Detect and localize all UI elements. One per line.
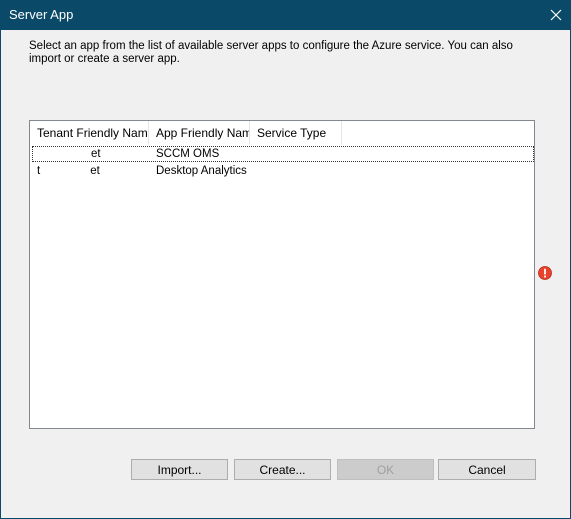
window-border-left — [0, 30, 1, 519]
server-app-list[interactable]: Tenant Friendly Name App Friendly Name S… — [29, 120, 535, 429]
close-button[interactable] — [541, 0, 571, 30]
app-name-cell: Desktop Analytics — [156, 165, 247, 177]
window-title: Server App — [9, 7, 74, 22]
redacted-mask — [42, 163, 89, 178]
create-button[interactable]: Create... — [234, 459, 331, 480]
list-header: Tenant Friendly Name App Friendly Name S… — [30, 121, 534, 145]
column-header-tenant[interactable]: Tenant Friendly Name — [30, 121, 149, 145]
column-header-service[interactable]: Service Type — [250, 121, 342, 145]
column-header-app[interactable]: App Friendly Name — [149, 121, 250, 145]
title-bar: Server App — [0, 0, 571, 30]
cancel-button[interactable]: Cancel — [438, 459, 536, 480]
list-row[interactable]: t et Desktop Analytics — [32, 163, 534, 179]
close-icon — [550, 9, 562, 21]
import-button[interactable]: Import... — [131, 459, 228, 480]
ok-button[interactable]: OK — [337, 459, 434, 480]
error-icon — [538, 266, 552, 280]
instructions-text: Select an app from the list of available… — [29, 40, 513, 65]
app-name-cell: SCCM OMS — [156, 148, 220, 160]
redacted-mask — [39, 146, 89, 161]
list-row[interactable]: et SCCM OMS — [32, 146, 534, 162]
tenant-name-cell: t et — [37, 163, 100, 178]
tenant-name-cell: et — [37, 146, 147, 162]
